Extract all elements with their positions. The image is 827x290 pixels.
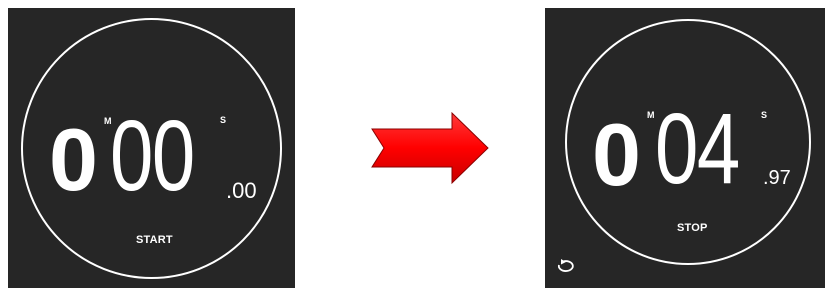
seconds-unit-label: S [761,110,768,120]
seconds-value: 00 [110,100,195,212]
minutes-value: 0 [49,110,98,209]
stop-button[interactable]: STOP [677,223,708,234]
stopwatch-after-panel: 0 M 04 S .97 STOP [545,8,825,288]
right-arrow-icon [371,111,489,185]
reset-icon[interactable] [554,258,576,274]
start-button[interactable]: START [136,235,173,246]
seconds-value: 04 [655,93,740,205]
hundredths-value: .97 [763,167,791,189]
stopwatch-before-panel: 0 M 00 S .00 START [8,8,295,288]
seconds-unit-label: S [220,115,227,125]
minutes-unit-label: M [647,110,655,120]
hundredths-value: .00 [226,178,257,203]
minutes-value: 0 [592,105,641,204]
